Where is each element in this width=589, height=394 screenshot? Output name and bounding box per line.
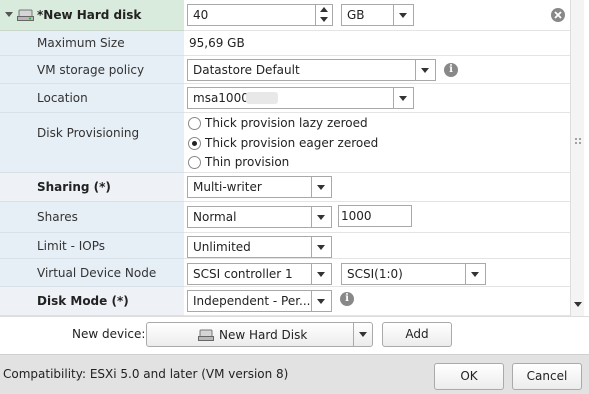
hard-disk-icon [17,9,34,21]
hard-disk-icon [198,329,214,341]
max-size-row-label: Maximum Size [0,31,184,56]
chevron-down-icon[interactable] [311,177,331,197]
thick-lazy-label: Thick provision lazy zeroed [205,116,368,130]
chevron-down-icon[interactable] [311,207,331,227]
provisioning-label: Disk Provisioning [37,126,140,140]
thick-eager-label: Thick provision eager zeroed [205,136,379,150]
compatibility-text: Compatibility: ESXi 5.0 and later (VM ve… [3,367,289,381]
sharing-row-label: Sharing (*) [0,173,184,202]
storage-policy-row-label: VM storage policy [0,56,184,84]
sharing-label: Sharing (*) [37,180,111,194]
add-device-button[interactable]: Add [382,322,452,347]
scroll-grip-icon[interactable] [574,134,582,144]
chevron-down-icon[interactable] [311,291,331,311]
chevron-down-icon[interactable] [311,264,331,284]
max-size-label: Maximum Size [37,36,125,50]
new-device-dropdown[interactable]: New Hard Disk [146,322,373,347]
radio-thin[interactable] [188,156,201,169]
chevron-down-icon[interactable] [353,323,372,346]
info-icon[interactable]: i [444,63,458,77]
shares-dropdown[interactable]: Normal [187,206,332,228]
new-device-value: New Hard Disk [219,328,308,342]
vdn-row-label: Virtual Device Node [0,259,184,287]
location-dropdown[interactable]: msa1000 [187,87,414,109]
radio-thick-lazy[interactable] [188,117,201,130]
vdn-label: Virtual Device Node [37,265,157,280]
chevron-down-icon[interactable] [393,5,413,25]
scroll-down-icon[interactable] [574,302,582,307]
disk-size-input[interactable]: 40 [187,4,333,26]
location-label: Location [37,91,88,105]
scrollbar[interactable] [570,0,584,316]
chevron-down-icon[interactable] [415,60,435,80]
limit-dropdown[interactable]: Unlimited [187,236,332,258]
disk-mode-dropdown[interactable]: Independent - Per... [187,290,332,312]
remove-device-icon[interactable] [551,8,565,22]
redacted-blur [246,92,278,104]
info-icon[interactable]: i [340,292,354,306]
disk-mode-label: Disk Mode (*) [37,294,129,308]
collapse-triangle-icon[interactable] [5,12,13,17]
controller-dropdown[interactable]: SCSI controller 1 [187,263,332,285]
shares-label: Shares [37,210,78,224]
thin-label: Thin provision [205,155,290,169]
max-size-value: 95,69 GB [189,36,245,50]
location-row-label: Location [0,84,184,113]
disk-mode-row-label: Disk Mode (*) [0,287,184,316]
storage-policy-dropdown[interactable]: Datastore Default [187,59,436,81]
radio-thick-eager[interactable] [188,137,201,150]
chevron-down-icon[interactable] [311,237,331,257]
sharing-dropdown[interactable]: Multi-writer [187,176,332,198]
size-unit-dropdown[interactable]: GB [341,4,414,26]
chevron-down-icon[interactable] [465,264,485,284]
spin-up-icon[interactable] [320,7,328,12]
shares-amount-input[interactable]: 1000 [338,205,412,227]
provisioning-row-label: Disk Provisioning [0,113,184,173]
spin-down-icon[interactable] [320,17,328,22]
limit-row-label: Limit - IOPs [0,233,184,259]
size-spinner[interactable] [315,5,332,25]
cancel-button[interactable]: Cancel [512,363,582,390]
limit-label: Limit - IOPs [37,238,105,253]
chevron-down-icon[interactable] [393,88,413,108]
shares-row-label: Shares [0,202,184,233]
storage-policy-label: VM storage policy [37,62,145,77]
ok-button[interactable]: OK [434,363,504,390]
new-device-label: New device: [72,327,146,341]
device-title[interactable]: *New Hard disk [37,8,141,22]
slot-dropdown[interactable]: SCSI(1:0) [341,263,486,285]
